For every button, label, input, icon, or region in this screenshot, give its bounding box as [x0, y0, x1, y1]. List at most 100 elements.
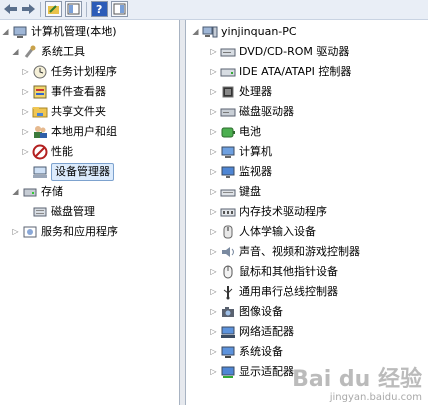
toolbar-separator [40, 2, 41, 17]
expand-arrow-icon[interactable]: ▷ [209, 282, 218, 302]
nav-item-8-label: 存储 [41, 185, 63, 198]
expand-arrow-icon[interactable]: ▷ [21, 122, 30, 142]
device-category-12-label: 通用串行总线控制器 [239, 285, 338, 298]
collapse-arrow-icon[interactable]: ◢ [11, 42, 20, 62]
services-apps-icon [22, 224, 38, 240]
device-category-6-label: 监视器 [239, 165, 272, 178]
nav-item-5-label: 本地用户和组 [51, 125, 117, 138]
expand-arrow-icon[interactable]: ▷ [21, 62, 30, 82]
collapse-arrow-icon[interactable]: ◢ [11, 182, 20, 202]
collapse-arrow-icon[interactable]: ◢ [191, 22, 200, 42]
display-adapter-icon [220, 364, 236, 380]
nav-item-2-label: 任务计划程序 [51, 65, 117, 78]
device-category-7-label: 键盘 [239, 185, 261, 198]
nav-item-6-label: 性能 [51, 145, 73, 158]
device-category-10-label: 声音、视频和游戏控制器 [239, 245, 360, 258]
local-users-icon [32, 124, 48, 140]
expand-arrow-icon[interactable]: ▷ [209, 302, 218, 322]
expand-arrow-icon[interactable]: ▷ [209, 322, 218, 342]
ide-controller-icon [220, 64, 236, 80]
nav-item-4-label: 共享文件夹 [51, 105, 106, 118]
pane-splitter[interactable] [179, 20, 186, 405]
toolbar: ? [0, 0, 428, 20]
device-category-0-label: DVD/CD-ROM 驱动器 [239, 45, 350, 58]
network-adapter-icon [220, 324, 236, 340]
disk-drive-icon [220, 104, 236, 120]
event-viewer-icon [32, 84, 48, 100]
toolbar-separator [86, 2, 87, 17]
collapse-arrow-icon[interactable]: ◢ [1, 22, 10, 42]
system-tools-icon [22, 44, 38, 60]
memory-tech-icon [220, 204, 236, 220]
expand-arrow-icon[interactable]: ▷ [21, 82, 30, 102]
expand-arrow-icon[interactable]: ▷ [209, 122, 218, 142]
expand-arrow-icon[interactable]: ▷ [209, 102, 218, 122]
back-arrow-icon[interactable] [2, 1, 19, 17]
expand-arrow-icon[interactable]: ▷ [209, 202, 218, 222]
system-devices-icon [220, 344, 236, 360]
navigation-tree: ◢ 计算机管理(本地) ◢ 系统工具 ▷ 任务计划程序 ▷ 事件查看器 ▷ 共享文件夹 ▷ 本地用户和… [0, 20, 179, 405]
computer-icon [220, 144, 236, 160]
expand-arrow-icon[interactable]: ▷ [209, 342, 218, 362]
device-category-5-label: 计算机 [239, 145, 272, 158]
keyboard-icon [220, 184, 236, 200]
device-category-15-label: 系统设备 [239, 345, 283, 358]
device-tree: ◢ yinjinquan-PC ▷ DVD/CD-ROM 驱动器 ▷ IDE ATA/AT… [186, 20, 428, 405]
action-pane-icon[interactable] [111, 1, 128, 17]
expand-arrow-icon[interactable]: ▷ [21, 102, 30, 122]
computer-management-icon [12, 24, 28, 40]
dvd-drive-icon [220, 44, 236, 60]
nav-item-1-label: 系统工具 [41, 45, 85, 58]
imaging-device-icon [220, 304, 236, 320]
usb-icon [220, 284, 236, 300]
show-hide-tree-icon[interactable] [65, 1, 82, 17]
expand-arrow-icon[interactable]: ▷ [209, 362, 218, 382]
expand-arrow-icon[interactable]: ▷ [209, 42, 218, 62]
sound-icon [220, 244, 236, 260]
expand-arrow-icon[interactable]: ▷ [209, 162, 218, 182]
performance-icon [32, 144, 48, 160]
expand-arrow-icon[interactable]: ▷ [209, 262, 218, 282]
device-category-2-label: 处理器 [239, 85, 272, 98]
hid-icon [220, 224, 236, 240]
nav-item-10-label: 服务和应用程序 [41, 225, 118, 238]
battery-icon [220, 124, 236, 140]
expand-arrow-icon[interactable]: ▷ [209, 222, 218, 242]
expand-arrow-icon[interactable]: ▷ [209, 242, 218, 262]
disk-management-icon [32, 204, 48, 220]
device-category-4-label: 电池 [239, 125, 261, 138]
expand-arrow-icon[interactable]: ▷ [209, 62, 218, 82]
device-category-14-label: 网络适配器 [239, 325, 294, 338]
expand-arrow-icon [21, 202, 30, 222]
task-scheduler-icon [32, 64, 48, 80]
nav-item-7-label: 设备管理器 [51, 163, 114, 181]
expand-arrow-icon[interactable]: ▷ [209, 182, 218, 202]
device-root-label: yinjinquan-PC [221, 25, 297, 38]
device-category-1-label: IDE ATA/ATAPI 控制器 [239, 65, 352, 78]
device-category-11-label: 鼠标和其他指针设备 [239, 265, 338, 278]
expand-arrow-icon[interactable]: ▷ [21, 142, 30, 162]
monitor-icon [220, 164, 236, 180]
device-category-9-label: 人体学输入设备 [239, 225, 316, 238]
device-manager-icon [32, 164, 48, 180]
storage-icon [22, 184, 38, 200]
nav-item-9-label: 磁盘管理 [51, 205, 95, 218]
device-category-8-label: 内存技术驱动程序 [239, 205, 327, 218]
expand-arrow-icon [21, 162, 30, 182]
nav-item-0-label: 计算机管理(本地) [31, 25, 117, 38]
processor-icon [220, 84, 236, 100]
forward-arrow-icon[interactable] [20, 1, 37, 17]
mouse-icon [220, 264, 236, 280]
help-icon[interactable]: ? [91, 1, 108, 17]
shared-folders-icon [32, 104, 48, 120]
device-category-16-label: 显示适配器 [239, 365, 294, 378]
device-category-13-label: 图像设备 [239, 305, 283, 318]
up-folder-icon[interactable] [45, 1, 62, 17]
svg-text:?: ? [96, 3, 102, 16]
expand-arrow-icon[interactable]: ▷ [209, 82, 218, 102]
device-category-3-label: 磁盘驱动器 [239, 105, 294, 118]
nav-item-3-label: 事件查看器 [51, 85, 106, 98]
pc-icon [202, 24, 218, 40]
expand-arrow-icon[interactable]: ▷ [11, 222, 20, 242]
expand-arrow-icon[interactable]: ▷ [209, 142, 218, 162]
